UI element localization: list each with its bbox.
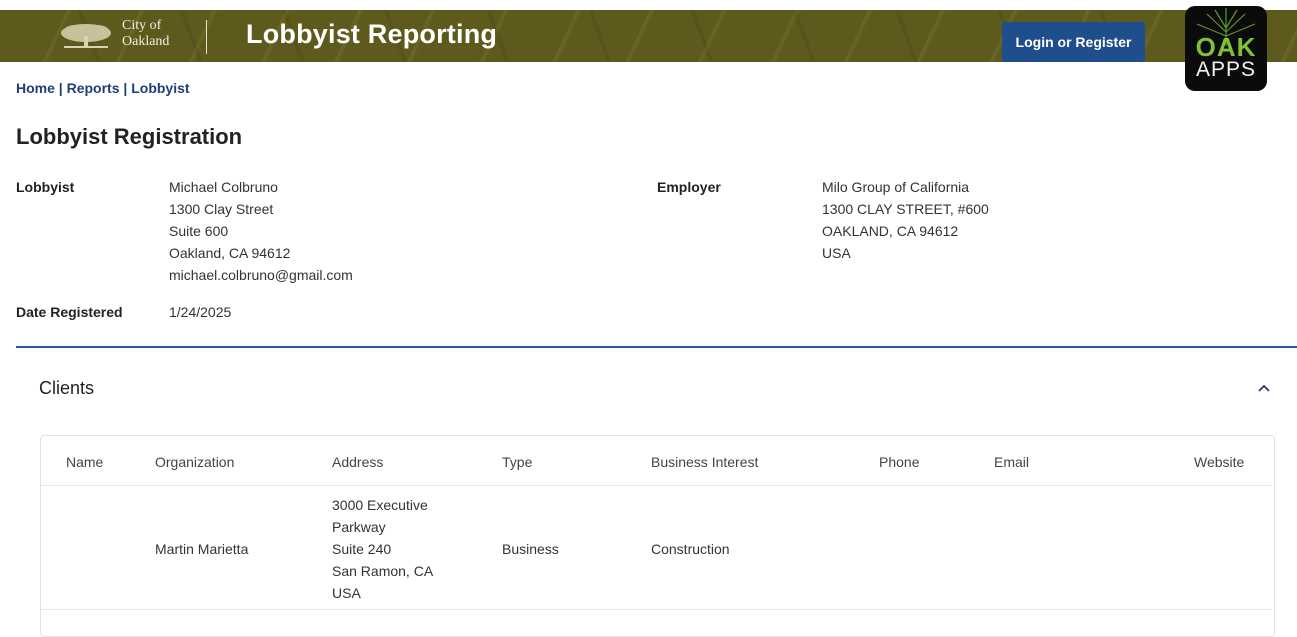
address-line: USA (332, 585, 361, 601)
city-of-oakland-wordmark[interactable]: City of Oakland (122, 18, 192, 50)
breadcrumb: Home | Reports | Lobbyist (16, 80, 190, 96)
login-register-button[interactable]: Login or Register (1002, 22, 1145, 62)
header-row-separator (41, 485, 1272, 486)
oak-apps-badge[interactable]: OAK APPS (1185, 6, 1267, 91)
column-header-website[interactable]: Website (1194, 454, 1244, 470)
app-title[interactable]: Lobbyist Reporting (246, 19, 497, 50)
oak-apps-bottom-text: APPS (1195, 58, 1257, 81)
city-line2: Oakland (122, 34, 170, 49)
cell-organization: Martin Marietta (155, 541, 249, 557)
employer-country: USA (822, 245, 851, 261)
address-line: Suite 240 (332, 541, 392, 557)
employer-label: Employer (657, 179, 721, 195)
breadcrumb-home[interactable]: Home (16, 80, 55, 96)
cell-business-interest: Construction (651, 541, 730, 557)
breadcrumb-reports[interactable]: Reports (67, 80, 120, 96)
employer-street: 1300 CLAY STREET, #600 (822, 201, 989, 217)
lobbyist-city: Oakland, CA 94612 (169, 245, 291, 261)
top-header-bar: City of Oakland Lobbyist Reporting Login… (0, 10, 1297, 62)
column-header-business-interest[interactable]: Business Interest (651, 454, 758, 470)
cell-address: 3000 Executive Parkway Suite 240 San Ram… (332, 494, 433, 604)
lobbyist-email: michael.colbruno@gmail.com (169, 267, 353, 283)
header-divider (206, 20, 207, 54)
oak-tree-logo-icon (61, 24, 111, 48)
lobbyist-label: Lobbyist (16, 179, 75, 195)
address-line: 3000 Executive (332, 497, 428, 513)
lobbyist-name: Michael Colbruno (169, 179, 278, 195)
breadcrumb-separator: | (58, 80, 63, 96)
clients-panel-top-rule (16, 346, 1297, 348)
cell-type: Business (502, 541, 559, 557)
breadcrumb-lobbyist[interactable]: Lobbyist (131, 80, 189, 96)
date-registered-value: 1/24/2025 (169, 304, 232, 320)
column-header-address[interactable]: Address (332, 454, 383, 470)
page-title: Lobbyist Registration (16, 124, 243, 149)
employer-city: OAKLAND, CA 94612 (822, 223, 959, 239)
column-header-email[interactable]: Email (994, 454, 1029, 470)
city-line1: City of (122, 18, 162, 33)
column-header-type[interactable]: Type (502, 454, 532, 470)
clients-panel-title[interactable]: Clients (39, 378, 94, 399)
date-registered-label: Date Registered (16, 304, 123, 320)
employer-name: Milo Group of California (822, 179, 970, 195)
employer-details: Milo Group of California 1300 CLAY STREE… (822, 176, 989, 264)
lobbyist-street: 1300 Clay Street (169, 201, 274, 217)
column-header-organization[interactable]: Organization (155, 454, 234, 470)
chevron-up-icon[interactable] (1256, 380, 1272, 396)
row-separator (41, 609, 1272, 610)
address-line: Parkway (332, 519, 386, 535)
column-header-phone[interactable]: Phone (879, 454, 919, 470)
address-line: San Ramon, CA (332, 563, 434, 579)
column-header-name[interactable]: Name (66, 454, 103, 470)
lobbyist-suite: Suite 600 (169, 223, 229, 239)
lobbyist-details: Michael Colbruno 1300 Clay Street Suite … (169, 176, 353, 286)
breadcrumb-separator: | (123, 80, 128, 96)
